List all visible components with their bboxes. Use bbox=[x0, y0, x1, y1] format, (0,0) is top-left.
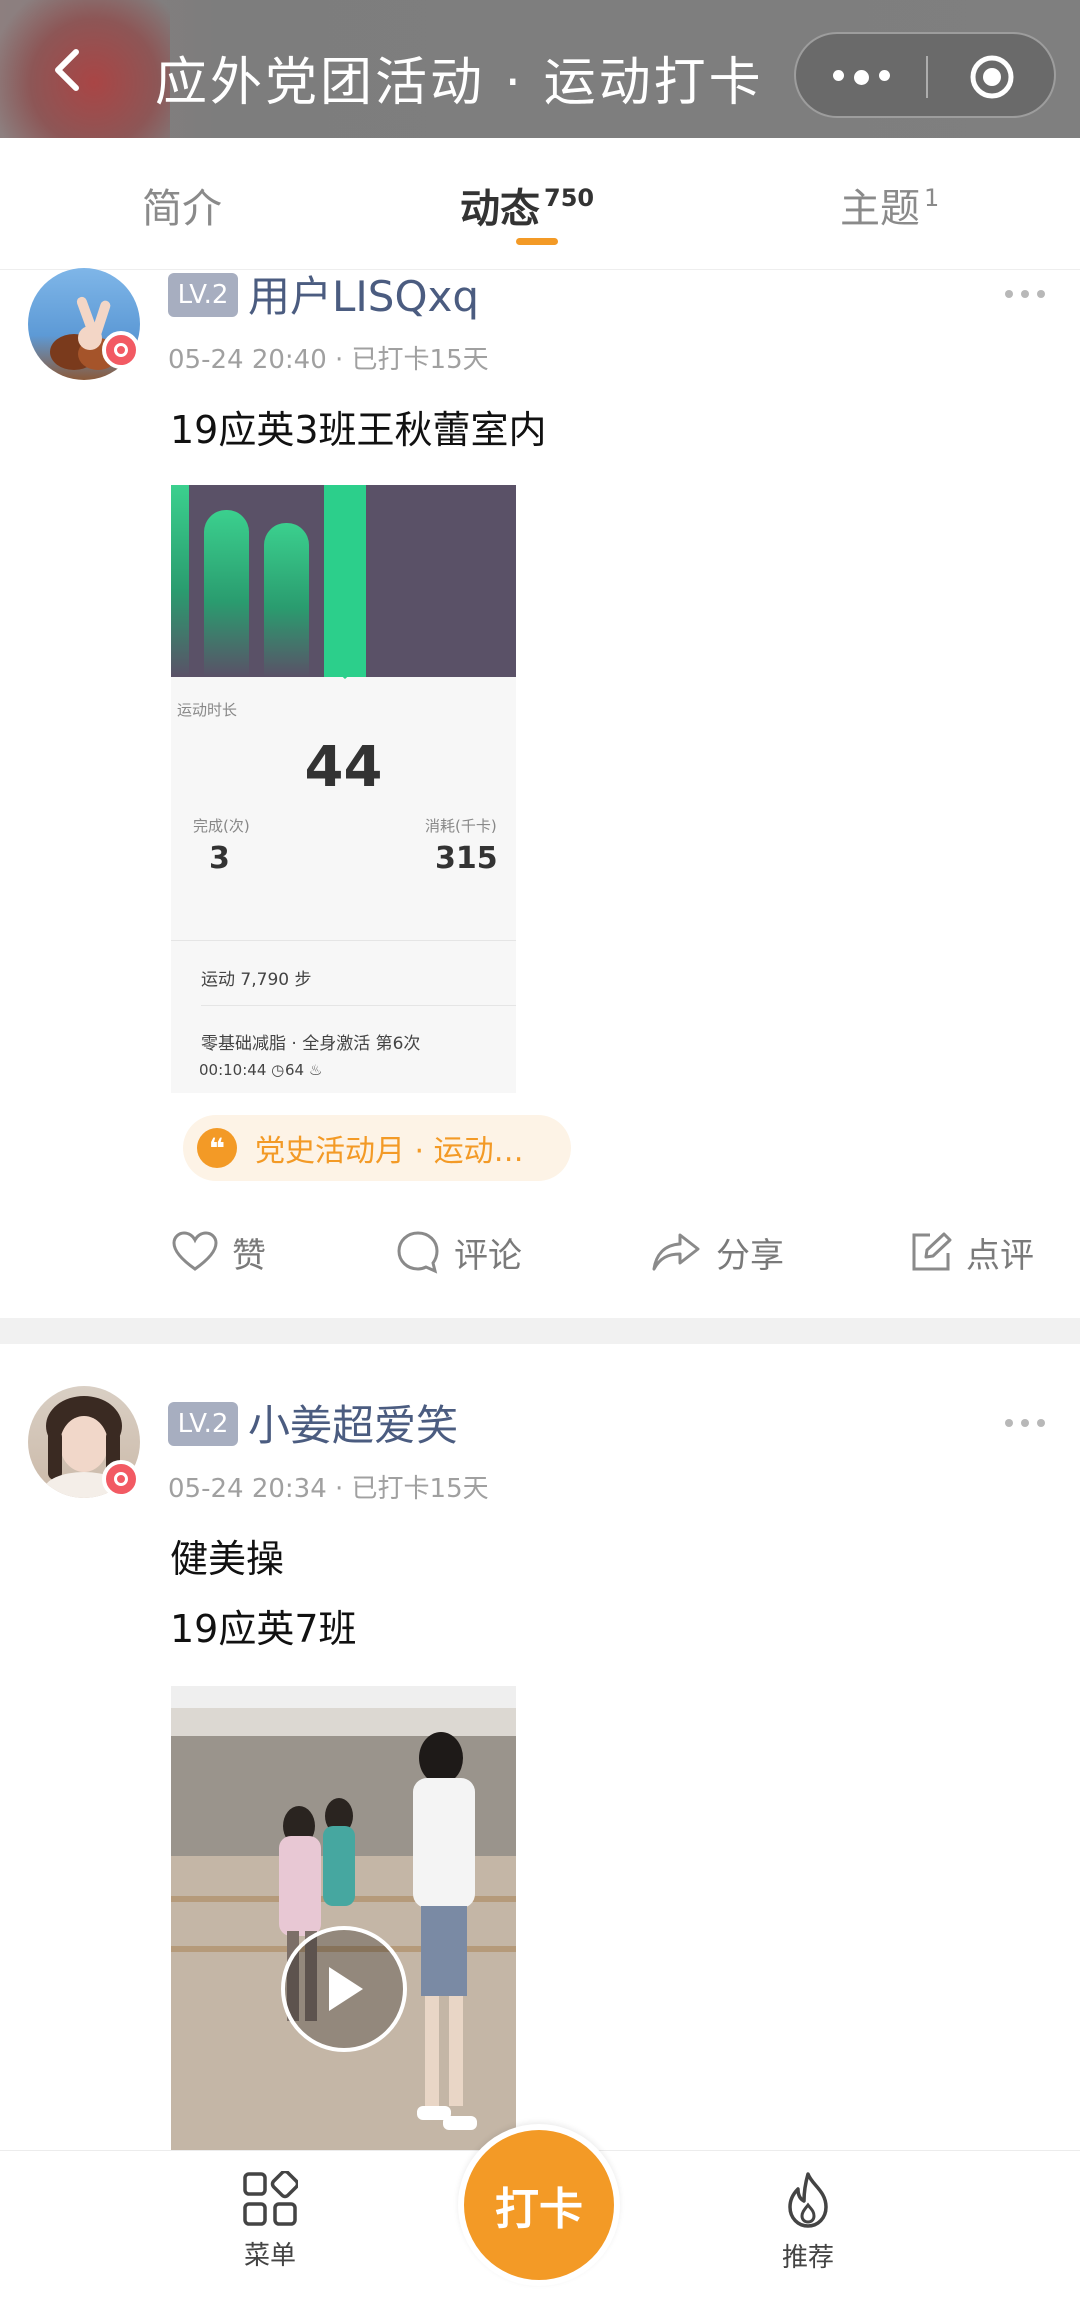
tab-topics[interactable]: 主题 1 bbox=[840, 176, 939, 234]
comment-icon bbox=[397, 1231, 439, 1274]
activity-bar bbox=[171, 485, 189, 677]
tab-feed[interactable]: 动态 750 bbox=[460, 176, 594, 234]
back-button[interactable] bbox=[38, 42, 94, 98]
share-button[interactable]: 分享 bbox=[650, 1220, 784, 1284]
selected-pointer bbox=[336, 671, 354, 679]
topic-tag[interactable]: ❝ 党史活动月 · 运动… bbox=[183, 1115, 571, 1181]
duration-value: 44 bbox=[304, 735, 383, 800]
username[interactable]: 用户LISQxq bbox=[248, 263, 479, 324]
active-tab-indicator bbox=[516, 238, 558, 245]
post-text: 19应英7班 bbox=[170, 1607, 357, 1651]
post-more-button[interactable] bbox=[1000, 279, 1050, 309]
quote-icon: ❝ bbox=[197, 1128, 237, 1168]
video-thumbnail[interactable] bbox=[171, 1686, 516, 2156]
target-circle-icon bbox=[970, 55, 1014, 99]
mini-program-capsule bbox=[794, 32, 1056, 118]
review-button[interactable]: 点评 bbox=[910, 1220, 1034, 1284]
clock-icon: ◷ bbox=[266, 1061, 285, 1079]
username[interactable]: 小姜超爱笑 bbox=[248, 1392, 458, 1453]
divider bbox=[201, 1005, 516, 1006]
play-button[interactable] bbox=[281, 1926, 407, 2052]
play-icon bbox=[329, 1967, 363, 2011]
more-dots-icon bbox=[1005, 1419, 1045, 1427]
calories-value: 315 bbox=[435, 841, 498, 876]
chevron-left-icon bbox=[55, 49, 79, 91]
level-badge: LV.2 bbox=[168, 1402, 238, 1446]
avatar-badge-icon bbox=[102, 1460, 140, 1498]
more-dots-icon bbox=[1005, 290, 1045, 298]
close-button[interactable] bbox=[928, 34, 1056, 120]
course-time-value: 00:10:44 bbox=[199, 1061, 267, 1079]
tab-label: 动态 bbox=[460, 186, 540, 232]
nav-menu[interactable]: 菜单 bbox=[210, 2171, 330, 2272]
steps-text: 运动 7,790 步 bbox=[201, 970, 312, 990]
course-cal-value: 64 bbox=[285, 1061, 305, 1079]
comment-button[interactable]: 评论 bbox=[396, 1220, 522, 1284]
tab-intro[interactable]: 简介 bbox=[142, 176, 222, 234]
avatar-badge-icon bbox=[102, 331, 140, 369]
topic-text: 党史活动月 · 运动… bbox=[255, 1134, 524, 1169]
title-bar: 应外党团活动 · 运动打卡 bbox=[0, 0, 1080, 150]
tab-label: 主题 bbox=[840, 186, 920, 232]
post-more-button[interactable] bbox=[1000, 1408, 1050, 1438]
activity-bar-selected bbox=[324, 485, 366, 677]
flame-icon: ♨ bbox=[304, 1061, 323, 1079]
tab-label: 简介 bbox=[142, 186, 222, 232]
tab-bar: 简介 动态 750 主题 1 bbox=[0, 138, 1080, 270]
activity-bar bbox=[204, 510, 249, 677]
checkin-label: 打卡 bbox=[495, 2184, 583, 2235]
comment-label: 评论 bbox=[454, 1235, 522, 1276]
review-label: 点评 bbox=[966, 1235, 1034, 1276]
post-meta: 05-24 20:34 · 已打卡15天 bbox=[168, 1474, 489, 1504]
activity-bars bbox=[171, 485, 516, 677]
page-title: 应外党团活动 · 运动打卡 bbox=[155, 53, 764, 113]
post-separator bbox=[0, 1318, 1080, 1344]
heart-icon bbox=[172, 1231, 218, 1271]
course-calories: 64 ♨ bbox=[285, 1061, 322, 1079]
course-time: 00:10:44 ◷ bbox=[199, 1061, 284, 1079]
like-label: 赞 bbox=[232, 1235, 266, 1276]
share-label: 分享 bbox=[716, 1235, 784, 1276]
tab-count: 1 bbox=[924, 184, 940, 212]
calories-label: 消耗(千卡) bbox=[425, 817, 497, 835]
like-button[interactable]: 赞 bbox=[172, 1220, 266, 1284]
post-text: 19应英3班王秋蕾室内 bbox=[170, 408, 547, 452]
completed-label: 完成(次) bbox=[193, 817, 250, 835]
duration-label: 运动时长 bbox=[177, 701, 238, 719]
post-meta: 05-24 20:40 · 已打卡15天 bbox=[168, 345, 489, 375]
page: 应外党团活动 · 运动打卡 简介 动态 750 主题 1 LV.2 用户LISQ… bbox=[0, 0, 1080, 2299]
more-button[interactable] bbox=[796, 34, 926, 120]
video-frame-image bbox=[171, 1686, 516, 2156]
completed-value: 3 bbox=[209, 841, 230, 876]
fitness-record-image[interactable]: 运动时长 44 完成(次) 消耗(千卡) 3 315 运动 7,790 步 零基… bbox=[171, 485, 516, 1093]
nav-recommend-label: 推荐 bbox=[781, 2243, 834, 2273]
nav-recommend[interactable]: 推荐 bbox=[748, 2171, 868, 2274]
feed-post: LV.2 小姜超爱笑 05-24 20:34 · 已打卡15天 健美操 19应英… bbox=[0, 1344, 1080, 2150]
course-text: 零基础减脂 · 全身激活 第6次 bbox=[201, 1034, 421, 1054]
more-dots-icon bbox=[832, 69, 890, 85]
tab-count: 750 bbox=[544, 184, 595, 212]
divider bbox=[171, 940, 516, 941]
flame-icon bbox=[788, 2172, 828, 2228]
edit-icon bbox=[912, 1232, 952, 1271]
activity-bar bbox=[264, 523, 309, 677]
level-badge: LV.2 bbox=[168, 273, 238, 317]
share-icon bbox=[652, 1233, 700, 1271]
post-text: 健美操 bbox=[170, 1537, 285, 1581]
grid-menu-icon bbox=[243, 2171, 298, 2226]
nav-menu-label: 菜单 bbox=[243, 2241, 296, 2271]
checkin-button[interactable]: 打卡 bbox=[458, 2124, 620, 2286]
